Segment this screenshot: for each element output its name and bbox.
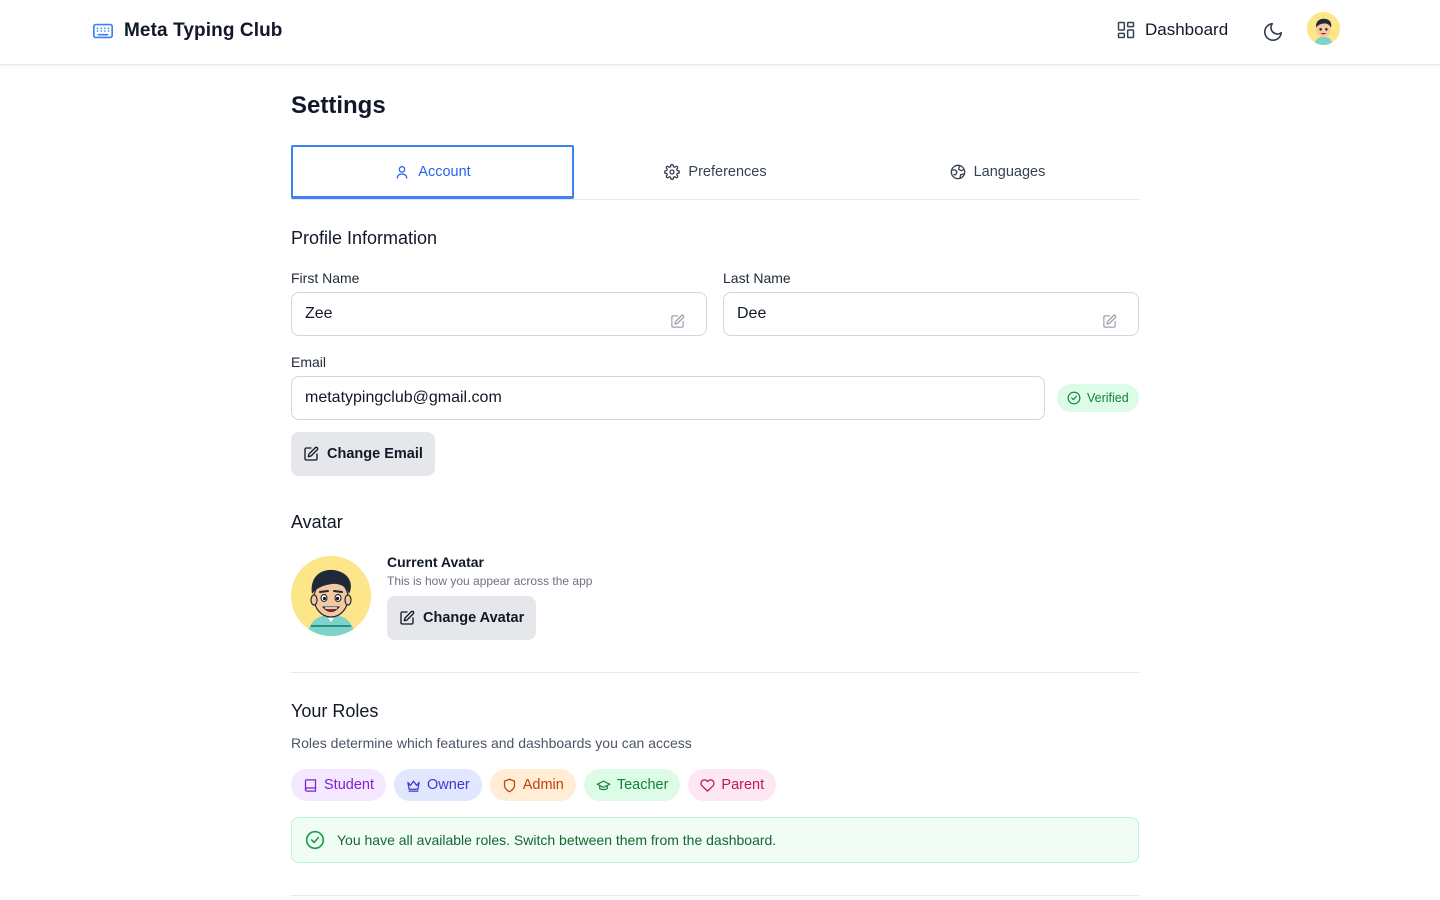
email-label: Email [291,354,327,370]
avatar-illustration [1307,12,1340,45]
keyboard-icon [93,23,113,39]
first-name-field[interactable]: Zee [291,292,707,336]
last-name-field[interactable]: Dee [723,292,1139,336]
profile-section-title: Profile Information [291,228,438,248]
tab-label: Languages [973,164,1046,180]
first-name-label: First Name [291,270,360,286]
change-email-label: Change Email [327,446,423,462]
first-name-value: Zee [305,305,333,322]
book-icon [304,778,317,792]
avatar-illustration [291,556,371,636]
change-avatar-label: Change Avatar [423,610,525,626]
role-label: Parent [721,777,765,793]
roles-section-title: Your Roles [291,701,379,721]
edit-icon [671,314,685,328]
avatar-heading: Current Avatar [387,554,484,570]
globe-icon [950,164,965,180]
email-field[interactable]: metatypingclub@gmail.com [291,376,1045,420]
role-label: Admin [522,777,564,793]
brand-name: Meta Typing Club [124,20,283,41]
page-title: Settings [291,92,386,119]
user-icon [396,165,408,179]
heart-icon [700,778,716,792]
change-email-button[interactable]: Change Email [291,432,435,476]
tab-account[interactable]: Account [291,145,574,199]
role-chip-student[interactable]: Student [291,769,386,801]
role-label: Teacher [616,777,669,793]
brand[interactable]: Meta Typing Club [92,20,283,42]
change-avatar-button[interactable]: Change Avatar [387,596,537,640]
verified-label: Verified [1087,391,1129,405]
check-circle-icon [1067,391,1081,405]
avatar-section-title: Avatar [291,512,343,532]
roles-description: Roles determine which features and dashb… [291,735,692,751]
last-name-label: Last Name [723,270,791,286]
roles-notice: You have all available roles. Switch bet… [291,817,1139,863]
role-label: Student [324,777,374,793]
section-divider [291,672,1139,673]
last-name-value: Dee [737,305,767,322]
crown-icon [407,780,420,792]
dashboard-link[interactable]: Dashboard [1116,20,1228,40]
avatar-subtitle: This is how you appear across the app [387,574,593,588]
dashboard-link-label: Dashboard [1145,20,1229,39]
role-chip-teacher[interactable]: Teacher [583,769,681,801]
shield-icon [503,778,515,792]
role-chip-owner[interactable]: Owner [394,769,482,801]
gear-icon [664,164,681,180]
role-label: Owner [427,777,470,793]
edit-icon [1103,314,1117,328]
role-chips: Student Owner Admin Teacher Parent [291,769,777,801]
role-chip-admin[interactable]: Admin [489,769,576,801]
verified-badge: Verified [1057,384,1139,412]
tab-languages[interactable]: Languages [856,145,1139,199]
top-navigation-bar: Meta Typing Club Dashboard [0,0,1440,65]
role-chip-parent[interactable]: Parent [688,769,777,801]
check-circle-icon [305,830,325,850]
roles-notice-text: You have all available roles. Switch bet… [337,832,777,848]
email-value: metatypingclub@gmail.com [305,389,502,406]
edit-icon [400,610,415,625]
graduation-cap-icon [596,780,611,790]
current-avatar-image [291,556,371,636]
tab-label: Account [418,163,471,180]
moon-icon[interactable] [1262,21,1284,43]
edit-icon [304,446,319,461]
user-avatar-button[interactable] [1307,12,1340,45]
dashboard-grid-icon [1117,21,1135,39]
tab-label: Preferences [688,164,767,180]
tab-preferences[interactable]: Preferences [574,145,857,199]
settings-tabs: Account Preferences Languages [291,145,1139,200]
section-divider [291,895,1139,896]
